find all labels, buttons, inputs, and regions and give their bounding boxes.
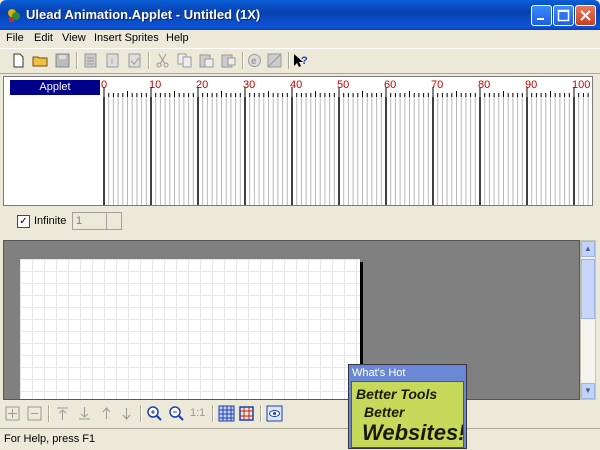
- menu-insert-sprites[interactable]: Insert Sprites: [94, 32, 159, 44]
- help-pointer-icon[interactable]: ?: [292, 52, 309, 69]
- menu-file[interactable]: File: [6, 32, 24, 44]
- scroll-thumb[interactable]: [581, 259, 595, 319]
- maximize-button[interactable]: [553, 5, 574, 26]
- status-bar: For Help, press F1: [0, 428, 600, 450]
- new-file-icon[interactable]: [10, 52, 27, 69]
- zoom-out-icon[interactable]: [168, 405, 185, 422]
- canvas-workspace[interactable]: [3, 240, 580, 400]
- toolbar-separator: [148, 52, 150, 69]
- save-icon[interactable]: [54, 52, 71, 69]
- ruler-label: 90: [525, 79, 538, 91]
- toolbar-separator: [48, 405, 50, 422]
- preview-browser-icon[interactable]: e: [246, 52, 263, 69]
- timeline-panel: Applet 0 10 20 30 40 50 60 70 80 90 100: [3, 76, 593, 206]
- loop-count-spinner[interactable]: 1: [72, 212, 122, 230]
- svg-text:i: i: [111, 56, 113, 66]
- spinner-buttons[interactable]: [106, 213, 121, 229]
- svg-text:?: ?: [301, 55, 308, 67]
- menu-edit[interactable]: Edit: [34, 32, 53, 44]
- applet-track-label[interactable]: Applet: [10, 80, 100, 95]
- export-image-icon[interactable]: [266, 52, 283, 69]
- ruler-label: 70: [431, 79, 444, 91]
- align-middle-icon[interactable]: [26, 405, 43, 422]
- whats-hot-title: What's Hot: [352, 367, 406, 379]
- title-bar[interactable]: Ulead Animation.Applet - Untitled (1X): [0, 0, 600, 30]
- toolbar-separator: [242, 52, 244, 69]
- frame-grid[interactable]: [100, 97, 592, 205]
- application-window: Ulead Animation.Applet - Untitled (1X) F…: [0, 0, 600, 450]
- ruler-label: 60: [384, 79, 397, 91]
- ruler-label: 50: [337, 79, 350, 91]
- ruler-label: 40: [290, 79, 303, 91]
- toolbar-separator: [76, 52, 78, 69]
- send-to-back-icon[interactable]: [76, 405, 93, 422]
- ruler-label: 100: [572, 79, 591, 91]
- svg-text:e: e: [251, 56, 257, 67]
- cut-icon[interactable]: [154, 52, 171, 69]
- ad-line-3: Websites!: [362, 420, 464, 445]
- window-title: Ulead Animation.Applet - Untitled (1X): [26, 7, 261, 22]
- copy-icon[interactable]: [176, 52, 193, 69]
- ruler-label: 30: [243, 79, 256, 91]
- paste-special-icon[interactable]: [220, 52, 237, 69]
- scroll-down-button[interactable]: ▼: [581, 383, 595, 399]
- vertical-scrollbar[interactable]: ▲ ▼: [580, 240, 596, 400]
- frame-ruler[interactable]: 0 10 20 30 40 50 60 70 80 90 100: [100, 77, 592, 97]
- paste-icon[interactable]: [198, 52, 215, 69]
- minimize-icon: [537, 18, 544, 20]
- move-down-icon[interactable]: [118, 405, 135, 422]
- menu-view[interactable]: View: [62, 32, 86, 44]
- ruler-label: 20: [196, 79, 209, 91]
- ruler-label: 0: [101, 79, 108, 91]
- scroll-up-button[interactable]: ▲: [581, 241, 595, 257]
- toolbar-separator: [260, 405, 262, 422]
- toolbar-separator: [140, 405, 142, 422]
- status-text: For Help, press F1: [4, 433, 96, 445]
- loop-controls: ✓ Infinite 1: [3, 206, 593, 238]
- maximize-icon: [557, 9, 570, 22]
- whats-hot-panel[interactable]: What's Hot Better Tools Better Websites!: [348, 364, 467, 449]
- main-toolbar: i e ?: [0, 48, 600, 74]
- bottom-toolbar: 1:1: [0, 402, 600, 426]
- zoom-in-icon[interactable]: [146, 405, 163, 422]
- minimize-button[interactable]: [531, 5, 552, 26]
- menu-bar: File Edit View Insert Sprites Help: [0, 30, 600, 48]
- menu-help[interactable]: Help: [166, 32, 189, 44]
- ruler-label: 10: [149, 79, 162, 91]
- toolbar-separator: [288, 52, 290, 69]
- frame-icon[interactable]: [238, 405, 255, 422]
- align-center-icon[interactable]: [4, 405, 21, 422]
- infinite-checkbox[interactable]: ✓: [17, 215, 30, 228]
- app-icon: [8, 9, 20, 22]
- settings-icon[interactable]: [126, 52, 143, 69]
- properties-icon[interactable]: i: [104, 52, 121, 69]
- whats-hot-ad[interactable]: Better Tools Better Websites!: [351, 381, 464, 448]
- ad-line-2: Better: [364, 404, 405, 420]
- frame-lines: [103, 97, 589, 205]
- infinite-label: Infinite: [34, 215, 67, 227]
- bring-to-front-icon[interactable]: [54, 405, 71, 422]
- close-button[interactable]: [575, 5, 596, 26]
- applet-canvas[interactable]: [20, 259, 360, 399]
- move-up-icon[interactable]: [98, 405, 115, 422]
- close-icon: [580, 10, 591, 21]
- ruler-label: 80: [478, 79, 491, 91]
- open-folder-icon[interactable]: [32, 52, 49, 69]
- export-icon[interactable]: [82, 52, 99, 69]
- loop-count-value: 1: [76, 215, 83, 227]
- toolbar-separator: [212, 405, 214, 422]
- ad-line-1: Better Tools: [356, 386, 438, 402]
- grid-icon[interactable]: [218, 405, 235, 422]
- preview-icon[interactable]: [266, 405, 283, 422]
- actual-size-button[interactable]: 1:1: [190, 405, 207, 422]
